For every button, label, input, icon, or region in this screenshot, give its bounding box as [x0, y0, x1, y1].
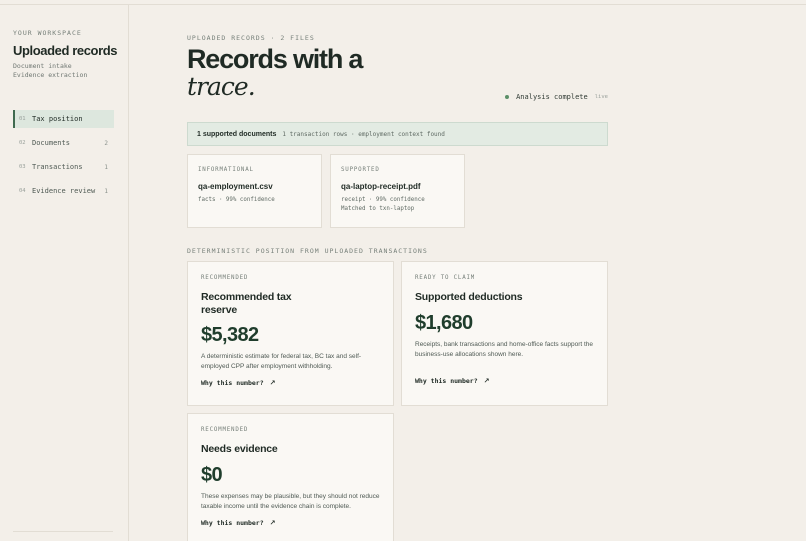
workspace-subtitle-intake: Document intake	[13, 62, 72, 70]
sidebar-item-documents[interactable]: 02 Documents 2	[13, 134, 114, 152]
sidebar-item-label: Evidence review	[32, 187, 96, 195]
file-name: qa-employment.csv	[198, 182, 273, 191]
sidebar-item-label: Tax position	[32, 115, 83, 123]
card-title: Supported deductions	[415, 291, 523, 303]
uploaded-records-kicker: UPLOADED RECORDS · 2 FILES	[187, 34, 315, 42]
file-card-laptop-receipt[interactable]: SUPPORTED qa-laptop-receipt.pdf receipt …	[330, 154, 465, 228]
why-this-number-link[interactable]: Why this number? ↗	[201, 379, 380, 387]
card-title: Needs evidence	[201, 443, 278, 455]
card-title-line: reserve	[201, 304, 237, 316]
arrow-up-right-icon: ↗	[483, 377, 490, 385]
nav-number: 03	[19, 164, 26, 170]
supported-documents-banner: 1 supported documents 1 transaction rows…	[187, 122, 608, 146]
workspace-subtitle-extraction: Evidence extraction	[13, 71, 88, 79]
nav-count: 1	[104, 163, 108, 171]
status-dot-icon	[505, 95, 510, 99]
file-meta: receipt · 99% confidence	[341, 197, 425, 203]
card-description: These expenses may be plausible, but the…	[201, 493, 380, 510]
file-match-note: Matched to txn-laptop	[341, 206, 415, 212]
nav-number: 02	[19, 140, 26, 146]
sidebar-item-label: Transactions	[32, 163, 83, 171]
sidebar-item-transactions[interactable]: 03 Transactions 1	[13, 158, 114, 176]
file-status-kicker: INFORMATIONAL	[198, 167, 254, 173]
nav-count: 1	[104, 187, 108, 195]
file-meta: facts · 99% confidence	[198, 197, 275, 203]
sidebar-item-evidence-review[interactable]: 04 Evidence review 1	[13, 182, 114, 200]
card-description: A deterministic estimate for federal tax…	[201, 353, 362, 370]
sidebar: YOUR WORKSPACE Uploaded records Document…	[0, 5, 129, 541]
link-label: Why this number?	[201, 519, 264, 527]
card-description: Receipts, bank transactions and home-off…	[415, 341, 594, 358]
card-amount: $1,680	[415, 312, 473, 334]
file-card-employment[interactable]: INFORMATIONAL qa-employment.csv facts · …	[187, 154, 322, 228]
stat-card-supported-deductions: READY TO CLAIM Supported deductions $1,6…	[401, 261, 608, 406]
workspace-kicker: YOUR WORKSPACE	[13, 29, 82, 37]
analysis-status: Analysis complete live	[505, 93, 608, 101]
card-amount: $0	[201, 464, 223, 486]
nav-number: 04	[19, 188, 26, 194]
stat-card-needs-evidence: RECOMMENDED Needs evidence $0 These expe…	[187, 413, 394, 541]
card-kicker: READY TO CLAIM	[415, 275, 476, 281]
file-status-kicker: SUPPORTED	[341, 167, 380, 173]
sidebar-nav: 01 Tax position 02 Documents 2 03 Transa…	[13, 110, 114, 206]
link-label: Why this number?	[201, 379, 264, 387]
card-kicker: RECOMMENDED	[201, 427, 249, 433]
arrow-up-right-icon: ↗	[269, 519, 276, 527]
arrow-up-right-icon: ↗	[269, 379, 276, 387]
why-this-number-link[interactable]: Why this number? ↗	[201, 519, 380, 527]
banner-detail: 1 transaction rows · employment context …	[282, 130, 445, 138]
status-label: Analysis complete	[516, 93, 588, 101]
status-live-badge: live	[594, 94, 608, 100]
stat-card-tax-reserve: RECOMMENDED Recommended tax reserve $5,3…	[187, 261, 394, 406]
page-title: Records with a	[187, 44, 363, 74]
card-amount: $5,382	[201, 324, 259, 346]
card-kicker: RECOMMENDED	[201, 275, 249, 281]
why-this-number-link[interactable]: Why this number? ↗	[415, 377, 594, 385]
sidebar-item-tax-position[interactable]: 01 Tax position	[13, 110, 114, 128]
card-title-line: Recommended tax	[201, 291, 292, 303]
link-label: Why this number?	[415, 377, 478, 385]
workspace-title: Uploaded records	[13, 43, 118, 58]
position-section-kicker: DETERMINISTIC POSITION FROM UPLOADED TRA…	[187, 247, 428, 255]
sidebar-bottom-divider	[13, 531, 113, 532]
nav-number: 01	[19, 116, 26, 122]
banner-title: 1 supported documents	[197, 130, 277, 138]
page-title-italic: trace.	[187, 72, 256, 101]
nav-count: 2	[104, 139, 108, 147]
file-name: qa-laptop-receipt.pdf	[341, 182, 421, 191]
sidebar-item-label: Documents	[32, 139, 70, 147]
card-title: Recommended tax reserve	[201, 291, 380, 317]
